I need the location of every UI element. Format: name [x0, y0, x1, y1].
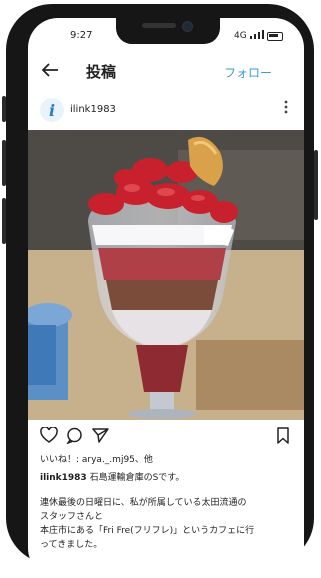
page-title: 投稿 — [86, 63, 117, 81]
top-nav-bar: 投稿 フォロー — [28, 58, 304, 88]
likes-text[interactable]: いいね！: arya._.mj95、他 — [40, 452, 153, 465]
back-arrow-icon[interactable] — [40, 60, 60, 84]
bookmark-icon[interactable] — [276, 427, 290, 448]
avatar-letter: i — [48, 100, 56, 120]
like-heart-icon[interactable] — [40, 426, 58, 447]
post-header: i ilink1983 — [28, 96, 304, 128]
body-line: 連休最後の日曜日に、私が所属している太田流通の — [40, 498, 247, 508]
avatar[interactable]: i — [40, 98, 64, 122]
battery-icon — [266, 31, 283, 41]
body-line: ってきました。 — [40, 540, 103, 550]
follow-button[interactable]: フォロー — [224, 64, 272, 81]
power-button — [314, 150, 318, 220]
notch — [116, 18, 220, 44]
caption-username[interactable]: ilink1983 — [40, 473, 87, 483]
network-type: 4G — [234, 31, 247, 41]
caption-text: 石島運輸倉庫のSです。 — [89, 473, 185, 483]
post-body: 連休最後の日曜日に、私が所属している太田流通の スタッフさんと 本庄市にある「F… — [40, 496, 296, 552]
post-username[interactable]: ilink1983 — [70, 104, 116, 115]
comment-icon[interactable] — [66, 427, 83, 448]
post-photo[interactable] — [28, 130, 304, 420]
status-icons: 4G — [234, 30, 283, 42]
caption-line: ilink1983 石島運輸倉庫のSです。 — [40, 470, 184, 483]
status-time: 9:27 — [70, 30, 93, 41]
volume-up-button — [2, 140, 6, 186]
front-camera — [182, 21, 193, 32]
more-options-icon[interactable] — [284, 100, 288, 114]
mute-switch — [2, 96, 6, 122]
phone-screen: 9:27 4G 投稿 フォロー i ilink1983 いいね！: arya._… — [28, 18, 304, 578]
share-send-icon[interactable] — [92, 427, 109, 448]
body-line: 本庄市にある「Fri Fre(フリフレ)」というカフェに行 — [40, 526, 255, 536]
signal-icon — [249, 30, 264, 42]
speaker — [142, 23, 176, 28]
post-actions-bar — [28, 423, 304, 449]
volume-down-button — [2, 198, 6, 244]
body-line: スタッフさんと — [40, 512, 104, 522]
